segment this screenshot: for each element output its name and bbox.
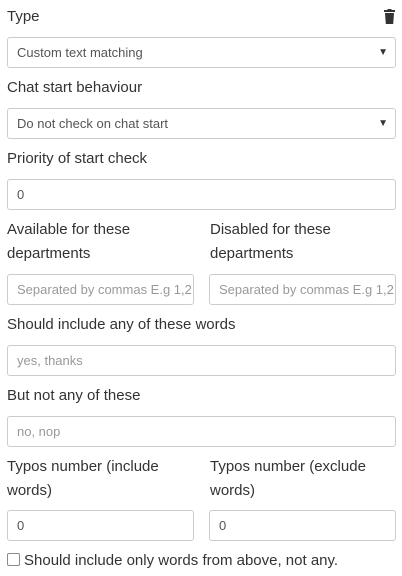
priority-input[interactable]: 0 — [7, 179, 396, 210]
type-select[interactable]: Custom text matching ▼ — [7, 37, 396, 68]
priority-label: Priority of start check — [7, 150, 148, 167]
disabled-departments-label-line1: Disabled for these — [210, 221, 331, 238]
include-words-input[interactable]: yes, thanks — [7, 345, 396, 376]
typos-exclude-label-line1: Typos number (exclude — [210, 458, 366, 475]
type-label: Type — [7, 8, 40, 25]
exclude-words-label: But not any of these — [7, 387, 141, 404]
only-words-checkbox[interactable] — [7, 553, 20, 566]
available-departments-label-line1: Available for these — [7, 221, 131, 238]
available-departments-input[interactable]: Separated by commas E.g 1,2 — [7, 274, 194, 305]
typos-exclude-input[interactable]: 0 — [209, 510, 396, 541]
chat-start-label: Chat start behaviour — [7, 79, 143, 96]
available-departments-label-line2: departments — [7, 245, 91, 262]
chevron-down-icon: ▼ — [378, 47, 388, 58]
chat-start-select[interactable]: Do not check on chat start ▼ — [7, 108, 396, 139]
chat-start-select-value: Do not check on chat start — [17, 116, 169, 131]
chevron-down-icon: ▼ — [378, 118, 388, 129]
only-words-label: Should include only words from above, no… — [24, 552, 339, 569]
trash-icon[interactable] — [384, 9, 395, 24]
typos-include-input[interactable]: 0 — [7, 510, 194, 541]
disabled-departments-input[interactable]: Separated by commas E.g 1,2 — [209, 274, 396, 305]
typos-include-label-line1: Typos number (include — [7, 458, 159, 475]
include-words-label: Should include any of these words — [7, 316, 236, 333]
typos-exclude-label-line2: words) — [210, 482, 256, 499]
disabled-departments-label-line2: departments — [210, 245, 294, 262]
exclude-words-input[interactable]: no, nop — [7, 416, 396, 447]
typos-include-label-line2: words) — [7, 482, 53, 499]
type-select-value: Custom text matching — [17, 45, 143, 60]
